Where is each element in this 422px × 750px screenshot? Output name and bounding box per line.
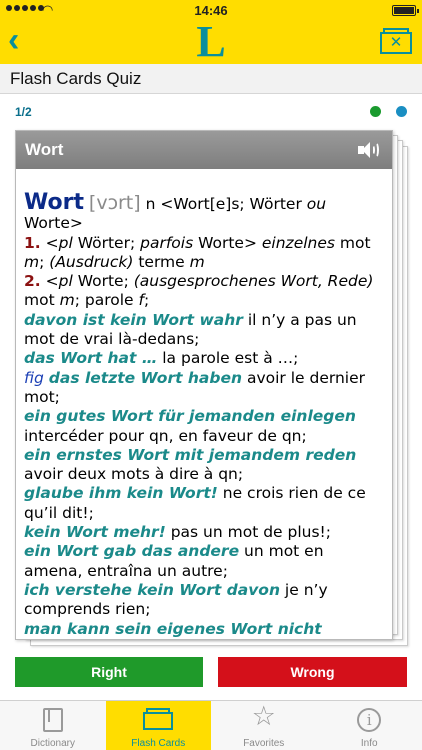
example-translation: intercéder pour qn, en faveur de qn;	[24, 426, 307, 445]
sense-number: 2.	[24, 272, 41, 291]
close-cards-button[interactable]: ✕	[380, 28, 412, 56]
app-logo: L	[196, 17, 226, 66]
example-translation: avoir deux mots à dire à qn;	[24, 465, 244, 484]
entry-text: Worte>	[24, 214, 83, 233]
example-phrase: glaube ihm kein Wort!	[24, 484, 218, 503]
tab-label: Dictionary	[30, 738, 75, 749]
usage-label: fig	[24, 368, 44, 387]
example-phrase: das Wort hat …	[24, 349, 158, 368]
entry-text: ;	[39, 252, 50, 271]
card-header: Wort	[16, 131, 392, 169]
example-phrase: ich verstehe kein Wort davon	[24, 580, 280, 599]
status-time: 14:46	[194, 3, 228, 18]
example-phrase: ein gutes Wort für jemanden einlegen	[24, 407, 356, 426]
example-translation: la parole est à …;	[157, 349, 299, 368]
flash-card[interactable]: Wort Wort [vɔrt] n <Wort[e]s; Wörter ou …	[15, 130, 393, 640]
page-title: Flash Cards Quiz	[10, 69, 142, 88]
right-button[interactable]: Right	[15, 657, 203, 687]
tab-bar: Dictionary Flash Cards ☆ Favorites i Inf…	[0, 700, 422, 750]
tab-dictionary[interactable]: Dictionary	[0, 701, 106, 750]
tab-label: Favorites	[243, 738, 285, 749]
entry-grammar: n <Wort[e]s; Wörter	[140, 195, 307, 213]
entry-text: Worte>	[193, 233, 262, 252]
example-translation: pas un mot de plus!;	[165, 523, 331, 542]
entry-pronunciation: [vɔrt]	[88, 192, 141, 214]
tab-info[interactable]: i Info	[317, 701, 422, 750]
star-icon: ☆	[251, 701, 276, 731]
info-icon: i	[357, 708, 382, 732]
entry-text: (Ausdruck)	[49, 252, 134, 271]
tab-favorites[interactable]: ☆ Favorites	[211, 701, 317, 750]
back-button[interactable]: ‹	[8, 23, 36, 58]
book-icon	[42, 708, 63, 732]
navigation-bar: ◠ 14:46 ‹ L ✕	[0, 0, 422, 64]
entry-text: ou	[306, 195, 327, 213]
entry-text: <	[40, 272, 59, 291]
tab-label: Info	[360, 738, 378, 749]
entry-lemma: Wort	[24, 190, 84, 215]
example-phrase: ein Wort gab das andere	[24, 542, 240, 561]
speaker-icon[interactable]	[358, 141, 380, 159]
entry-text: m	[189, 252, 205, 271]
entry-text: <	[40, 233, 59, 252]
tab-label: Flash Cards	[131, 738, 186, 749]
entry-text: mot	[334, 233, 371, 252]
example-phrase: das letzte Wort haben	[48, 368, 243, 387]
quiz-progress: 1/2	[15, 105, 32, 119]
flash-cards-icon	[143, 708, 174, 730]
remaining-count-dot	[396, 106, 407, 117]
example-phrase: davon ist kein Wort wahr	[24, 310, 243, 329]
entry-text: terme	[133, 252, 190, 271]
sense-number: 1.	[24, 233, 41, 252]
entry-text: pl	[58, 233, 73, 252]
example-phrase: man kann sein eigenes Wort nicht	[24, 619, 322, 638]
entry-text: Wörter;	[72, 233, 141, 252]
entry-text: Worte;	[72, 272, 134, 291]
entry-text: m	[59, 291, 75, 310]
example-phrase: kein Wort mehr!	[24, 523, 166, 542]
entry-text: (ausgesprochenes Wort, Rede)	[133, 272, 374, 291]
entry-text: parfois	[140, 233, 194, 252]
tab-flash-cards[interactable]: Flash Cards	[105, 701, 211, 750]
example-phrase: ein ernstes Wort mit jemandem reden	[24, 445, 357, 464]
card-word: Wort	[25, 140, 64, 159]
entry-text: ; parole	[74, 291, 139, 310]
entry-text: mot	[24, 291, 60, 310]
wrong-button[interactable]: Wrong	[218, 657, 407, 687]
title-bar: Flash Cards Quiz	[0, 64, 422, 94]
entry-text: pl	[58, 272, 73, 291]
entry-text: einzelnes	[261, 233, 335, 252]
close-icon: ✕	[380, 32, 412, 54]
right-count-dot	[370, 106, 381, 117]
battery-icon	[392, 5, 419, 16]
dictionary-entry: Wort [vɔrt] n <Wort[e]s; Wörter ou Worte…	[24, 190, 382, 639]
entry-text: ;	[143, 291, 150, 310]
entry-text: m	[24, 252, 40, 271]
